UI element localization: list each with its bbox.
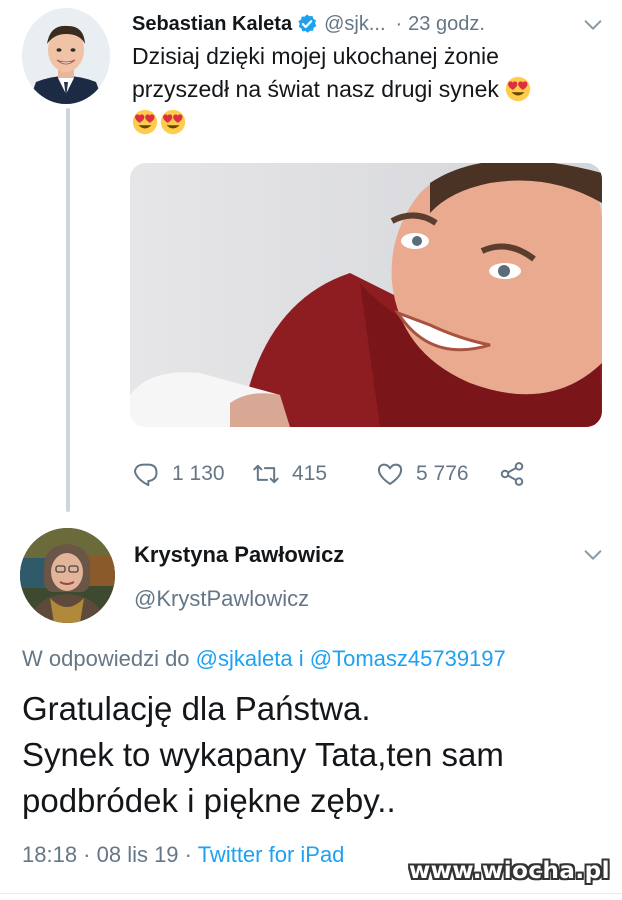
avatar[interactable]: [22, 8, 110, 104]
mention-conjunction: i: [298, 646, 304, 671]
reply-text: Gratulację dla Państwa. Synek to wykapan…: [22, 686, 612, 824]
reply-count: 1 130: [172, 462, 225, 485]
timestamp[interactable]: 23 godz.: [408, 13, 485, 36]
reply-date[interactable]: 18:18 · 08 lis 19 ·: [22, 842, 192, 867]
avatar-image: [20, 528, 115, 623]
divider: [0, 893, 622, 894]
retweet-action[interactable]: 415: [252, 458, 327, 490]
replying-to: W odpowiedzi do @sjkaleta i @Tomasz45739…: [22, 646, 506, 672]
tweet-text: Dzisiaj dzięki mojej ukochanej żonie prz…: [132, 40, 592, 139]
verified-badge-icon: [296, 13, 318, 35]
tweet-actions: 1 130 415 5 776: [132, 458, 552, 490]
separator-dot: ·: [395, 12, 403, 35]
author-name[interactable]: Sebastian Kaleta: [132, 13, 292, 36]
author-handle[interactable]: @sjk...: [324, 13, 385, 36]
reply-text-line: podbródek i piękne zęby..: [22, 782, 396, 819]
reply-text-line: Gratulację dla Państwa.: [22, 690, 371, 727]
chevron-down-icon[interactable]: [582, 14, 604, 36]
mention-link[interactable]: @Tomasz45739197: [310, 646, 506, 671]
watermark: www.wiocha.pl: [408, 858, 610, 884]
reply-author-name[interactable]: Krystyna Pawłowicz: [134, 542, 344, 568]
chevron-down-icon[interactable]: [582, 544, 604, 566]
reply-author-handle[interactable]: @KrystPawlowicz: [134, 586, 309, 612]
retweet-icon: [253, 464, 279, 484]
photo-image: [130, 163, 602, 427]
like-action[interactable]: 5 776: [376, 458, 469, 490]
thread-connector-line: [66, 108, 70, 512]
tweet-photo[interactable]: [130, 163, 602, 427]
heart-eyes-emoji-icon: [160, 109, 186, 135]
reply-meta: 18:18 · 08 lis 19 · Twitter for iPad: [22, 842, 344, 868]
share-action[interactable]: [498, 458, 538, 490]
reply-text-line: Synek to wykapany Tata,ten sam: [22, 736, 504, 773]
heart-eyes-emoji-icon: [132, 109, 158, 135]
avatar-image: [22, 8, 110, 104]
retweet-count: 415: [292, 462, 328, 485]
reply-action[interactable]: 1 130: [132, 458, 225, 490]
heart-eyes-emoji-icon: [505, 76, 531, 102]
replying-prefix: W odpowiedzi do: [22, 646, 190, 671]
tweet-text-line: Dzisiaj dzięki mojej ukochanej żonie: [132, 43, 499, 69]
share-icon: [500, 462, 524, 486]
tweet-header: Sebastian Kaleta @sjk... · 23 godz.: [132, 10, 607, 38]
reply-icon: [134, 463, 158, 487]
like-count: 5 776: [416, 462, 469, 485]
reply-source-link[interactable]: Twitter for iPad: [198, 842, 345, 867]
heart-icon: [377, 463, 403, 485]
mention-link[interactable]: @sjkaleta: [196, 646, 293, 671]
tweet-text-line: przyszedł na świat nasz drugi synek: [132, 76, 499, 102]
avatar[interactable]: [20, 528, 115, 623]
